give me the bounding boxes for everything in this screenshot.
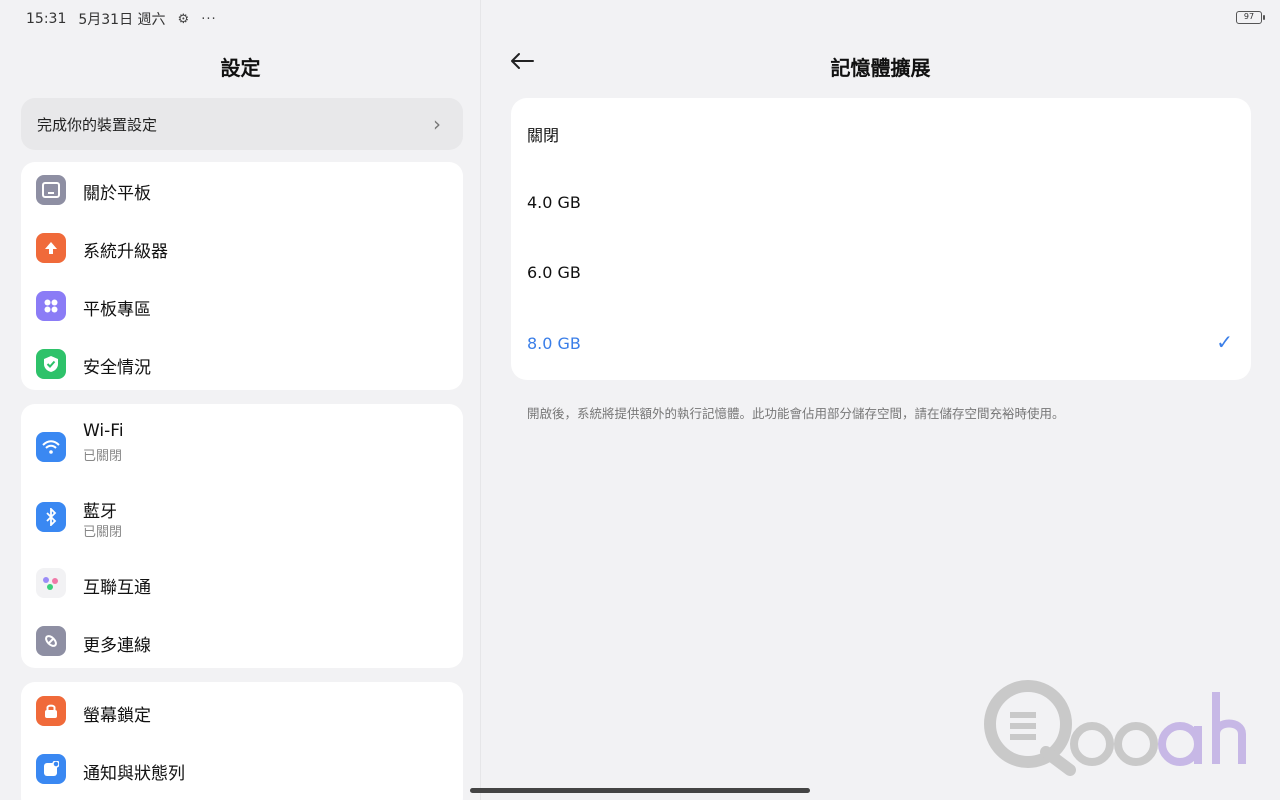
bluetooth-icon (36, 502, 66, 532)
upgrade-arrow-icon (36, 233, 66, 263)
option-label: 4.0 GB (527, 193, 581, 212)
settings-item-notifications[interactable]: 通知與狀態列 (21, 740, 463, 798)
option-label: 關閉 (527, 126, 560, 145)
qooah-watermark-logo (980, 672, 1250, 782)
settings-item-label: 螢幕鎖定 (83, 706, 151, 726)
complete-setup-label: 完成你的裝置設定 (37, 115, 158, 134)
settings-item-status: 已關閉 (83, 449, 123, 464)
settings-group-display: 螢幕鎖定 通知與狀態列 (21, 682, 463, 800)
settings-item-label: Wi-Fi (83, 421, 124, 441)
page-title: 設定 (220, 56, 261, 80)
option-label: 6.0 GB (527, 263, 581, 282)
page-title: 記憶體擴展 (830, 56, 931, 80)
tablet-icon (36, 175, 66, 205)
option-4gb[interactable]: 4.0 GB (511, 169, 1251, 239)
chevron-right-icon: › (433, 112, 441, 136)
option-8gb[interactable]: 8.0 GB ✓ (511, 310, 1251, 380)
settings-list-pane: 設定 完成你的裝置設定 › 關於平板 系統升級器 平板專區 安全情況 Wi-Fi… (0, 0, 481, 800)
settings-item-interconnect[interactable]: 互聯互通 (21, 554, 463, 612)
grid-dots-icon (36, 291, 66, 321)
settings-item-label: 安全情況 (83, 358, 151, 378)
shield-check-icon (36, 349, 66, 379)
notification-icon (36, 754, 66, 784)
complete-setup-item[interactable]: 完成你的裝置設定 › (21, 98, 463, 150)
settings-item-system-update[interactable]: 系統升級器 (21, 220, 463, 278)
settings-item-wifi[interactable]: Wi-Fi 已關閉 (21, 412, 463, 476)
settings-item-about-tablet[interactable]: 關於平板 (21, 162, 463, 220)
settings-group-connections: Wi-Fi 已關閉 藍牙 已關閉 互聯互通 更多連線 (21, 404, 463, 668)
settings-item-label: 更多連線 (83, 636, 151, 656)
settings-item-label: 藍牙 (83, 502, 117, 522)
memory-extension-note: 開啟後，系統將提供額外的執行記憶體。此功能會佔用部分儲存空間，請在儲存空間充裕時… (527, 406, 1065, 421)
settings-item-label: 關於平板 (83, 184, 151, 204)
lock-icon (36, 696, 66, 726)
settings-item-bluetooth[interactable]: 藍牙 已關閉 (21, 488, 463, 552)
option-6gb[interactable]: 6.0 GB (511, 239, 1251, 309)
settings-item-tablet-zone[interactable]: 平板專區 (21, 278, 463, 336)
settings-item-label: 通知與狀態列 (83, 764, 185, 784)
settings-item-security[interactable]: 安全情況 (21, 336, 463, 394)
option-label: 8.0 GB (527, 334, 581, 353)
memory-options-list: 關閉 4.0 GB 6.0 GB 8.0 GB ✓ (511, 98, 1251, 380)
settings-item-status: 已關閉 (83, 525, 123, 540)
home-indicator[interactable] (470, 788, 810, 793)
wifi-icon (36, 432, 66, 462)
interconnect-dots-icon (36, 568, 66, 598)
option-off[interactable]: 關閉 (511, 98, 1251, 168)
link-icon (36, 626, 66, 656)
settings-item-label: 平板專區 (83, 300, 151, 320)
settings-group-device: 關於平板 系統升級器 平板專區 安全情況 (21, 162, 463, 390)
settings-item-screen-lock[interactable]: 螢幕鎖定 (21, 682, 463, 740)
settings-item-label: 互聯互通 (83, 578, 151, 598)
settings-item-label: 系統升級器 (83, 242, 168, 262)
settings-item-more-connections[interactable]: 更多連線 (21, 612, 463, 670)
checkmark-icon: ✓ (1216, 330, 1233, 354)
